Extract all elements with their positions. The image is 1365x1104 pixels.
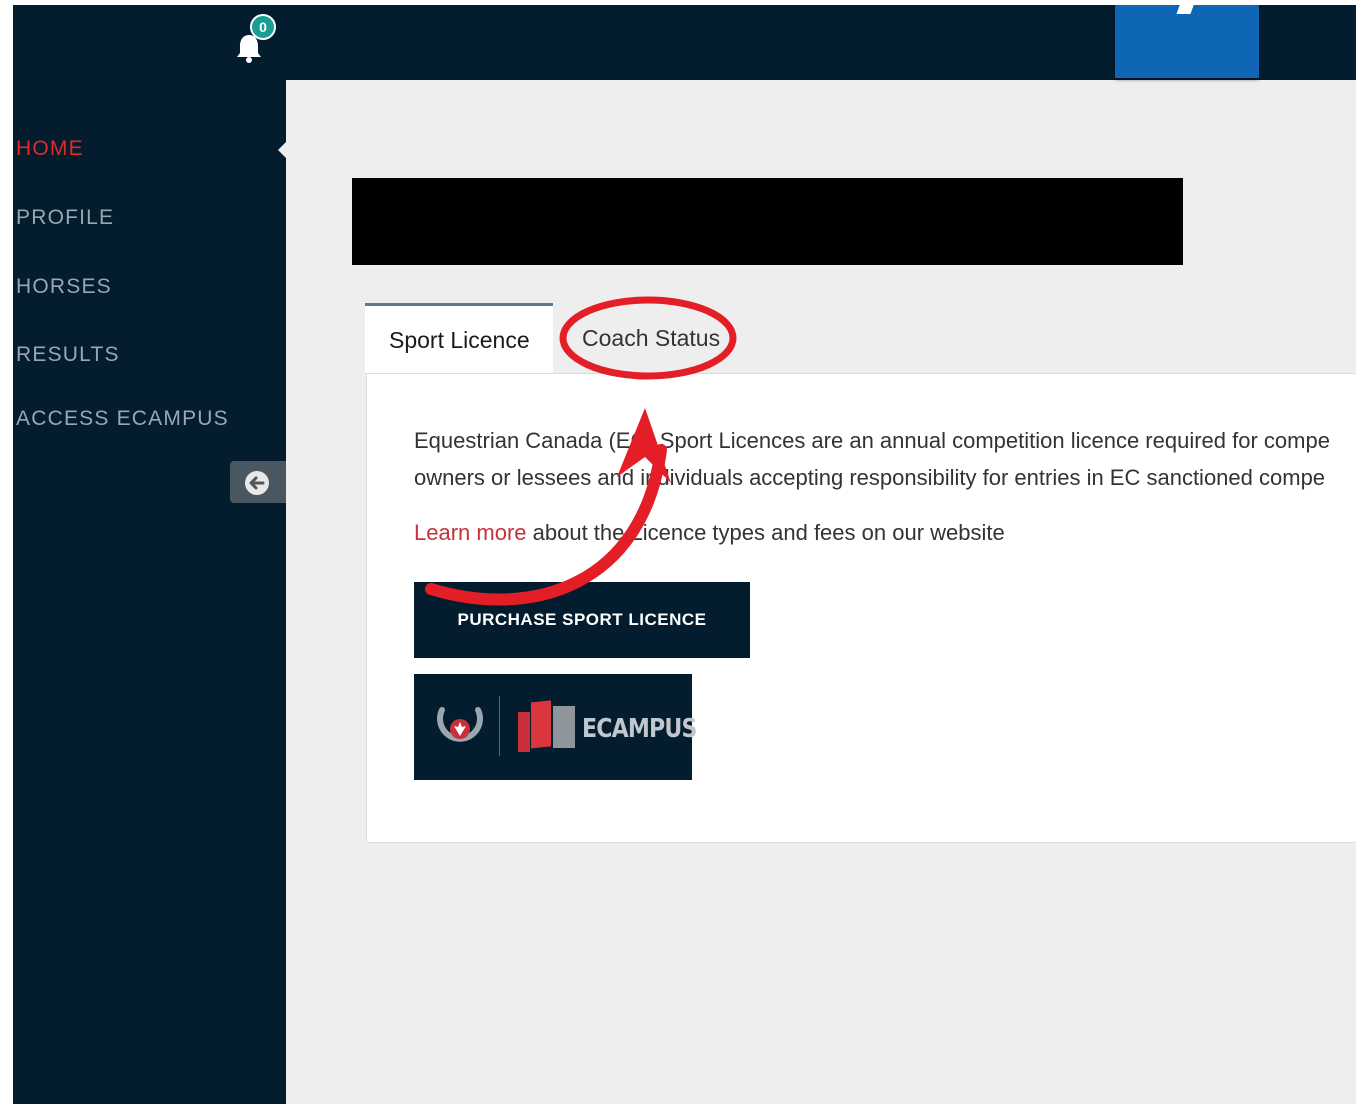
arrow-left-circle-icon (245, 471, 269, 495)
sidebar-item-profile[interactable]: PROFILE (16, 206, 114, 230)
description-line-1: Equestrian Canada (EC) Sport Licences ar… (414, 428, 1330, 453)
learn-more-text: Learn more about the Licence types and f… (414, 520, 1005, 546)
tab-sport-licence[interactable]: Sport Licence (365, 303, 553, 373)
learn-more-rest: about the Licence types and fees on our … (526, 520, 1005, 545)
accent-mark (1176, 5, 1196, 14)
book-icon (518, 700, 575, 752)
notification-count-badge: 0 (250, 14, 276, 40)
active-item-pointer (278, 141, 287, 159)
sidebar-item-horses[interactable]: HORSES (16, 275, 112, 299)
ecampus-button[interactable]: ECAMPUS (414, 674, 697, 780)
top-bar: 0 (13, 5, 1356, 80)
logo-divider (499, 696, 500, 756)
app-frame: 0 HOME PROFILE HORSES RESULTS ACCESS ECA… (13, 5, 1356, 1104)
sidebar-item-access-ecampus[interactable]: ACCESS ECAMPUS (16, 407, 229, 431)
learn-more-link[interactable]: Learn more (414, 520, 527, 545)
sidebar-item-home[interactable]: HOME (16, 137, 84, 161)
redacted-banner (352, 178, 1183, 265)
sidebar-collapse-button[interactable] (230, 461, 286, 503)
purchase-sport-licence-button[interactable]: PURCHASE SPORT LICENCE (414, 582, 750, 658)
sidebar-item-results[interactable]: RESULTS (16, 343, 120, 367)
sport-licence-panel: Equestrian Canada (EC) Sport Licences ar… (366, 373, 1356, 843)
tab-coach-status[interactable]: Coach Status (582, 303, 742, 373)
accent-block (1115, 5, 1259, 78)
description-line-2: owners or lessees and individuals accept… (414, 465, 1326, 490)
equestrian-canada-logo-icon (437, 707, 483, 742)
ecampus-label: ECAMPUS (582, 714, 697, 744)
sidebar: HOME PROFILE HORSES RESULTS ACCESS ECAMP… (13, 80, 287, 1104)
